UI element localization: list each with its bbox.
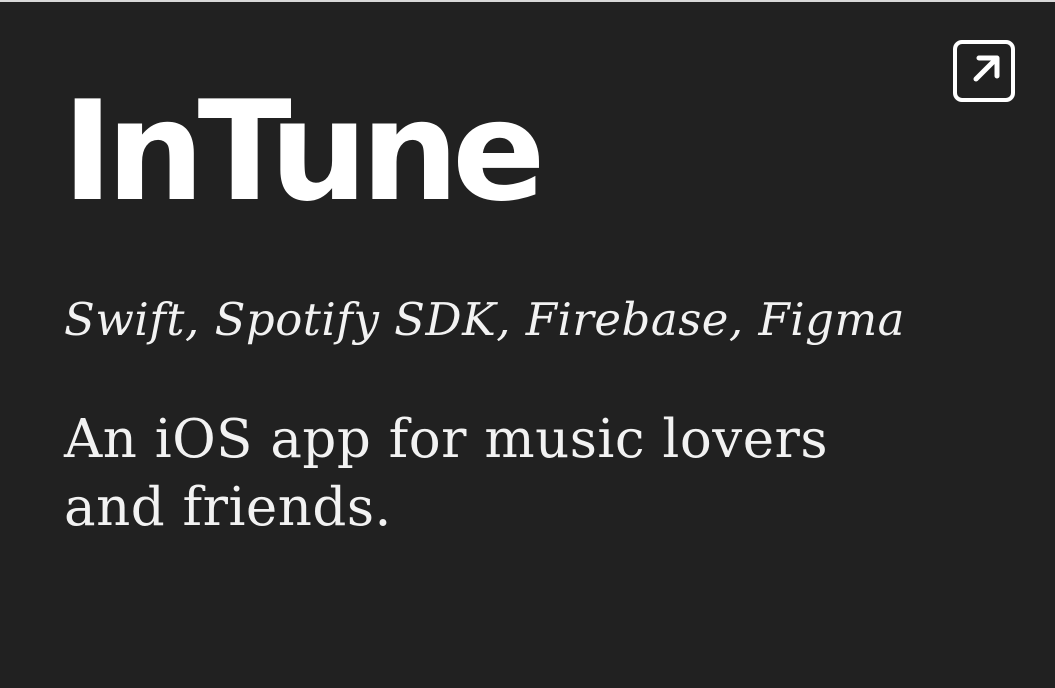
project-card[interactable]: InTune Swift, Spotify SDK, Firebase, Fig…	[0, 0, 1055, 688]
external-link-arrow-icon	[973, 55, 1000, 82]
project-description: An iOS app for music lovers and friends.	[64, 409, 829, 538]
open-project-button[interactable]	[953, 40, 1015, 102]
project-tech-stack: Swift, Spotify SDK, Firebase, Figma	[64, 293, 905, 346]
project-title: InTune	[62, 71, 546, 232]
